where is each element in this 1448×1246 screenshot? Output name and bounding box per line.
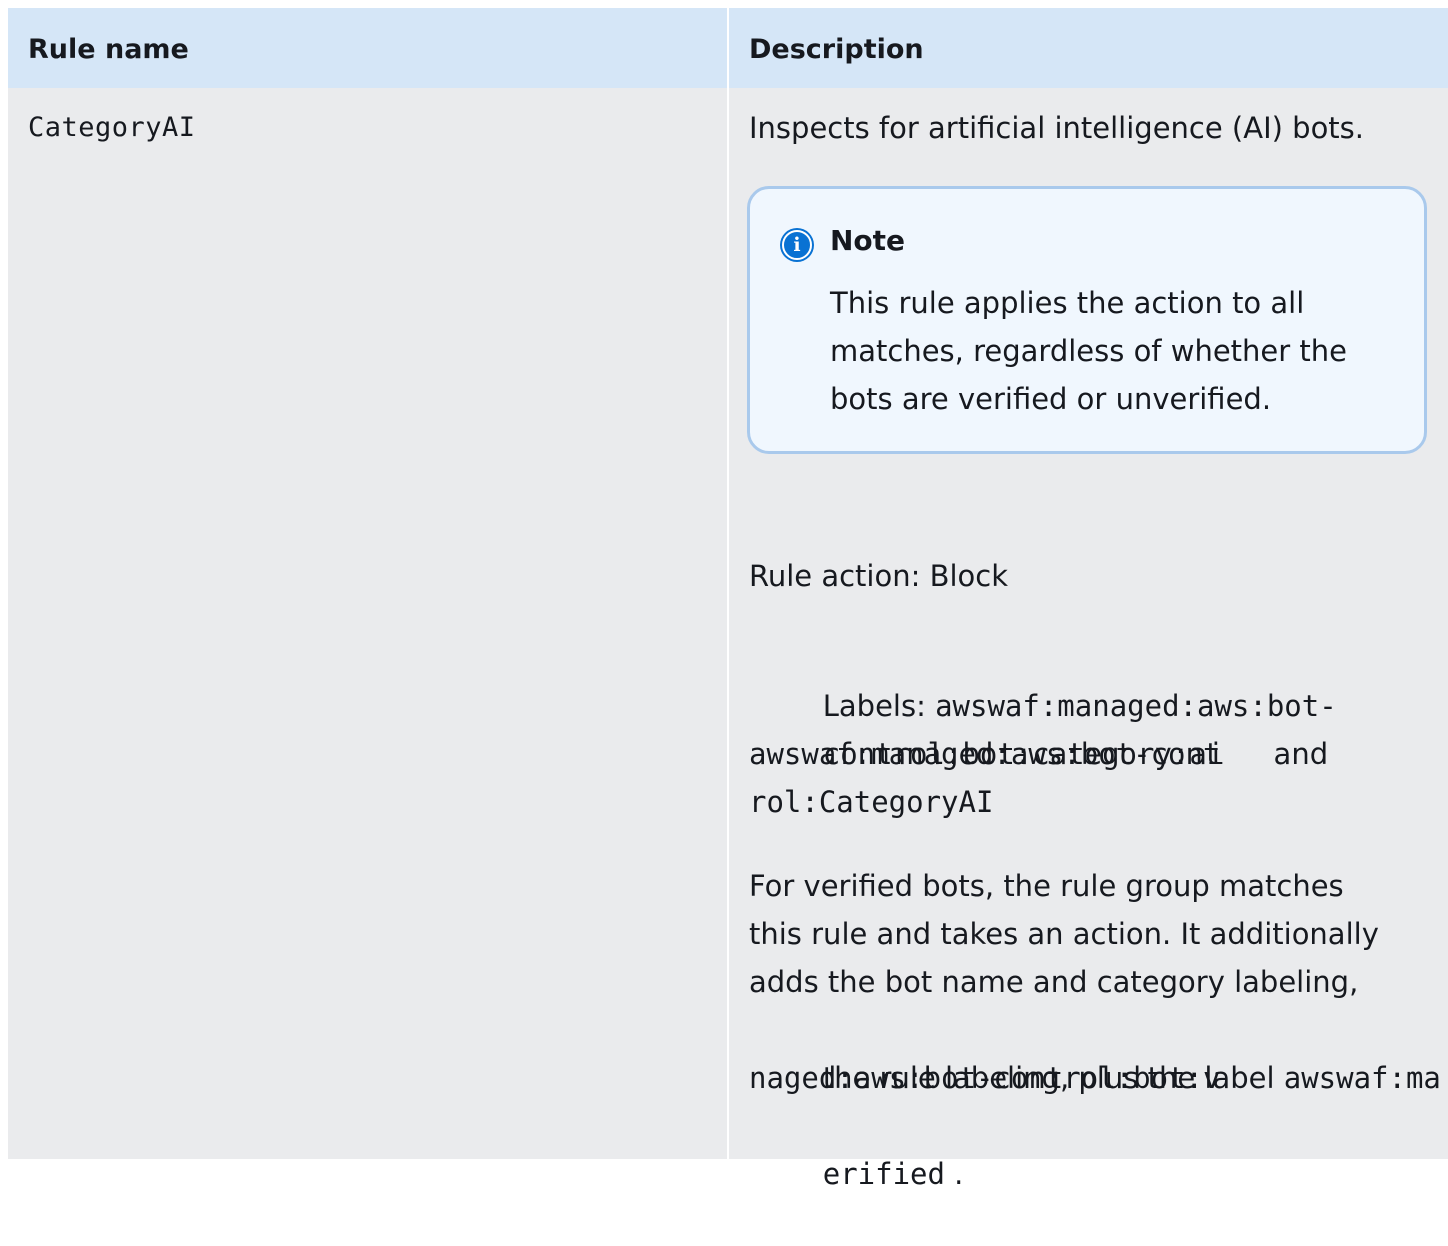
description-cell: Inspects for artificial intelligence (AI… xyxy=(727,88,1448,1191)
rules-table: Rule name Description CategoryAI Inspect… xyxy=(8,8,1448,1191)
rule-name-cell: CategoryAI xyxy=(8,88,727,1159)
description-intro: Inspects for artificial intelligence (AI… xyxy=(749,111,1365,145)
verified-line: this rule and takes an action. It additi… xyxy=(749,917,1379,951)
info-icon: i xyxy=(782,230,812,260)
verified-line-end: erified . xyxy=(749,1102,964,1246)
rule-name: CategoryAI xyxy=(28,112,196,143)
verified-line: For verified bots, the rule group matche… xyxy=(749,869,1344,903)
verified-label-part-3: erified xyxy=(822,1157,945,1191)
verified-end: . xyxy=(944,1157,964,1191)
label-2-part-1: awswaf:managed:aws:bot-cont xyxy=(749,737,1221,771)
note-body: This rule applies the action to all matc… xyxy=(830,279,1390,423)
rule-action: Rule action: Block xyxy=(749,559,1009,593)
labels-joiner: and xyxy=(1264,737,1329,771)
note-line: matches, regardless of whether the xyxy=(830,334,1348,368)
verified-label-part-2: naged:aws:bot-control:bot:v xyxy=(749,1061,1221,1095)
note-line: bots are verified or unverified. xyxy=(830,382,1272,416)
header-description: Description xyxy=(727,8,1448,88)
verified-label-part-1: awswaf:ma xyxy=(1283,1061,1441,1095)
note-line: This rule applies the action to all xyxy=(830,286,1305,320)
verified-line: adds the bot name and category labeling, xyxy=(749,965,1359,999)
header-rule-name: Rule name xyxy=(8,8,727,88)
note-title: Note xyxy=(830,224,906,257)
note-callout: i Note This rule applies the action to a… xyxy=(747,186,1427,454)
label-2-part-2: rol:CategoryAI xyxy=(749,785,994,819)
